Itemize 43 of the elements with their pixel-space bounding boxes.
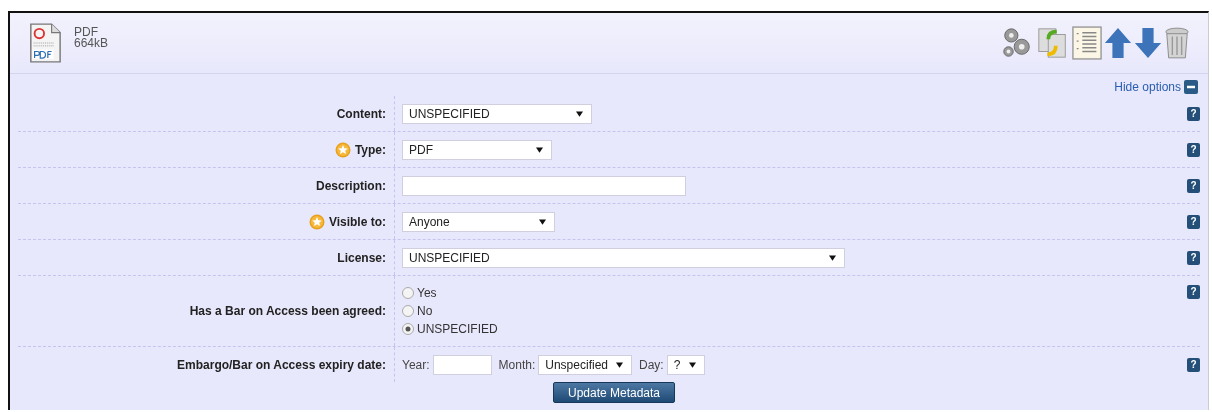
field-label: Visible to:: [328, 214, 386, 229]
help-icon[interactable]: ?: [1187, 106, 1200, 121]
file-format: PDF: [74, 27, 98, 38]
field-label: Type:: [354, 142, 386, 157]
caret-icon: [539, 218, 546, 225]
hide-options-link[interactable]: Hide options: [1114, 78, 1198, 96]
arrow-down-icon[interactable]: [1134, 26, 1162, 60]
help-icon[interactable]: ?: [1187, 357, 1200, 372]
caret-icon: [536, 146, 543, 153]
field-label: License:: [337, 250, 386, 265]
field-label: Content:: [336, 106, 386, 121]
help-icon[interactable]: ?: [1187, 250, 1200, 265]
field-label: Has a Bar on Access been agreed:: [189, 304, 386, 318]
trash-icon[interactable]: [1164, 25, 1190, 61]
dropdown[interactable]: UNSPECIFIED: [402, 247, 845, 268]
radio-option[interactable]: No: [402, 305, 498, 317]
radio-option[interactable]: Yes: [402, 287, 498, 299]
list-document-icon[interactable]: [1072, 26, 1102, 60]
field-label: Embargo/Bar on Access expiry date:: [177, 357, 386, 372]
caret-icon: [688, 361, 696, 368]
dropdown[interactable]: ?: [666, 354, 705, 375]
file-size: 664kB: [74, 38, 109, 49]
caret-icon: [829, 254, 836, 261]
help-icon[interactable]: ?: [1187, 214, 1200, 229]
day-label: Day:: [639, 357, 664, 372]
year-field[interactable]: [432, 354, 492, 375]
dropdown[interactable]: UNSPECIFIED: [402, 103, 592, 124]
year-label: Year:: [402, 357, 430, 372]
help-icon[interactable]: ?: [1187, 285, 1200, 299]
caret-icon: [616, 361, 623, 368]
description-field[interactable]: [402, 175, 686, 196]
dropdown[interactable]: PDF: [402, 139, 552, 160]
update-metadata-button[interactable]: Update Metadata: [552, 382, 676, 403]
arrow-up-icon[interactable]: [1104, 26, 1132, 60]
dropdown[interactable]: Unspecified: [538, 354, 632, 375]
month-label: Month:: [498, 357, 536, 372]
dropdown[interactable]: Anyone: [402, 211, 555, 232]
help-icon[interactable]: ?: [1187, 178, 1200, 193]
radio-option[interactable]: UNSPECIFIED: [402, 323, 498, 335]
pdf-file-icon: [28, 22, 62, 64]
caret-icon: [576, 110, 583, 117]
help-icon[interactable]: ?: [1187, 142, 1200, 157]
field-label: Description:: [316, 178, 386, 193]
